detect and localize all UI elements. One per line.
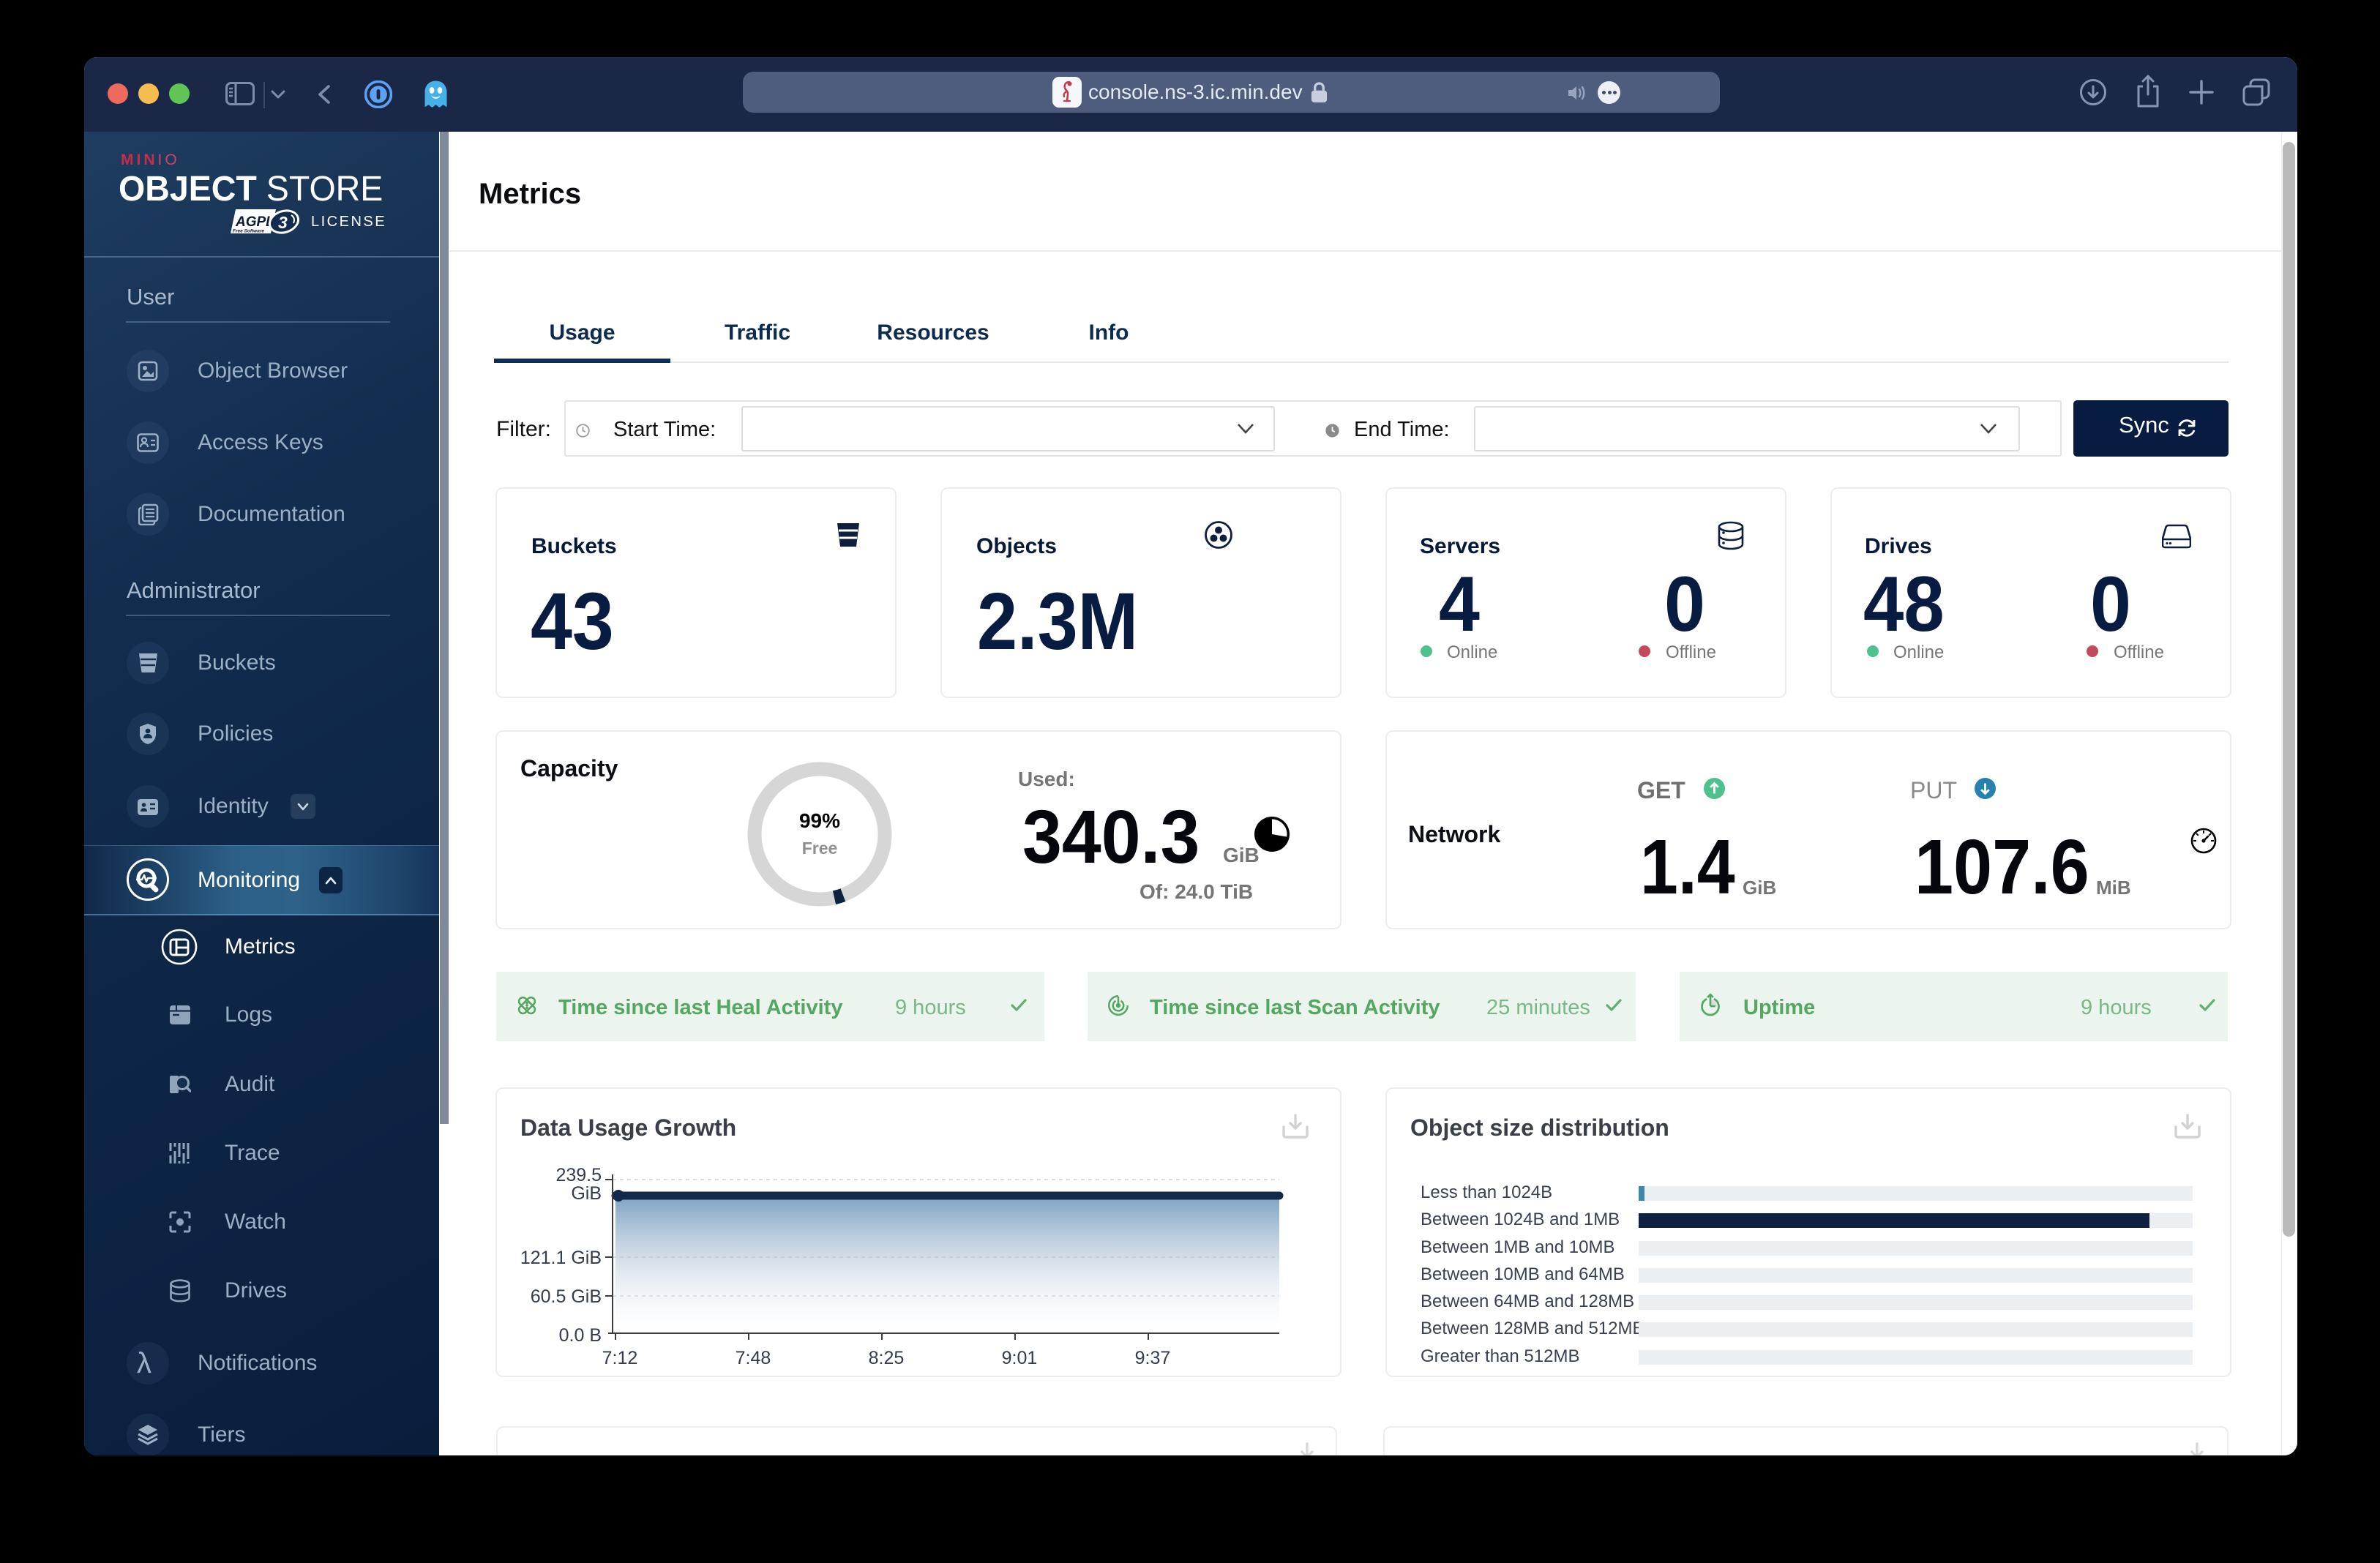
svg-text:239.5: 239.5 [555, 1165, 602, 1185]
svg-text:3: 3 [278, 213, 288, 232]
svg-text:7:48: 7:48 [736, 1348, 771, 1368]
svg-text:Free Software: Free Software [233, 229, 264, 234]
svg-text:9:37: 9:37 [1135, 1348, 1171, 1368]
svg-text:AGPL: AGPL [235, 214, 274, 230]
svg-text:9:01: 9:01 [1002, 1348, 1038, 1368]
svg-text:7:12: 7:12 [602, 1348, 638, 1368]
svg-text:8:25: 8:25 [869, 1348, 905, 1368]
svg-text:60.5 GiB: 60.5 GiB [531, 1286, 602, 1307]
svg-text:0.0 B: 0.0 B [559, 1325, 602, 1346]
svg-text:GiB: GiB [571, 1183, 602, 1204]
svg-text:121.1 GiB: 121.1 GiB [520, 1248, 602, 1268]
